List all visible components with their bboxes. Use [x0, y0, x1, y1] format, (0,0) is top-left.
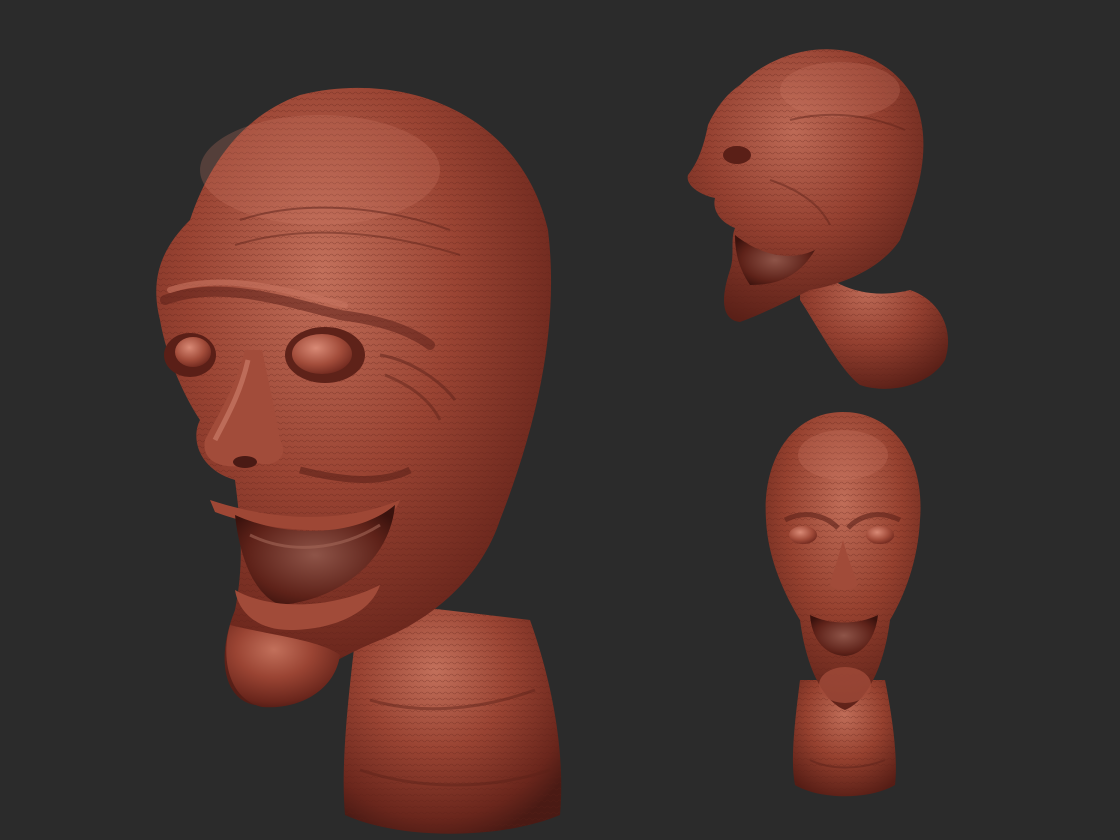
render-viewport — [0, 0, 1120, 840]
profile-head — [687, 49, 949, 389]
three-quarter-head — [156, 87, 562, 834]
sculpt-render — [156, 49, 949, 834]
front-head — [765, 412, 921, 797]
